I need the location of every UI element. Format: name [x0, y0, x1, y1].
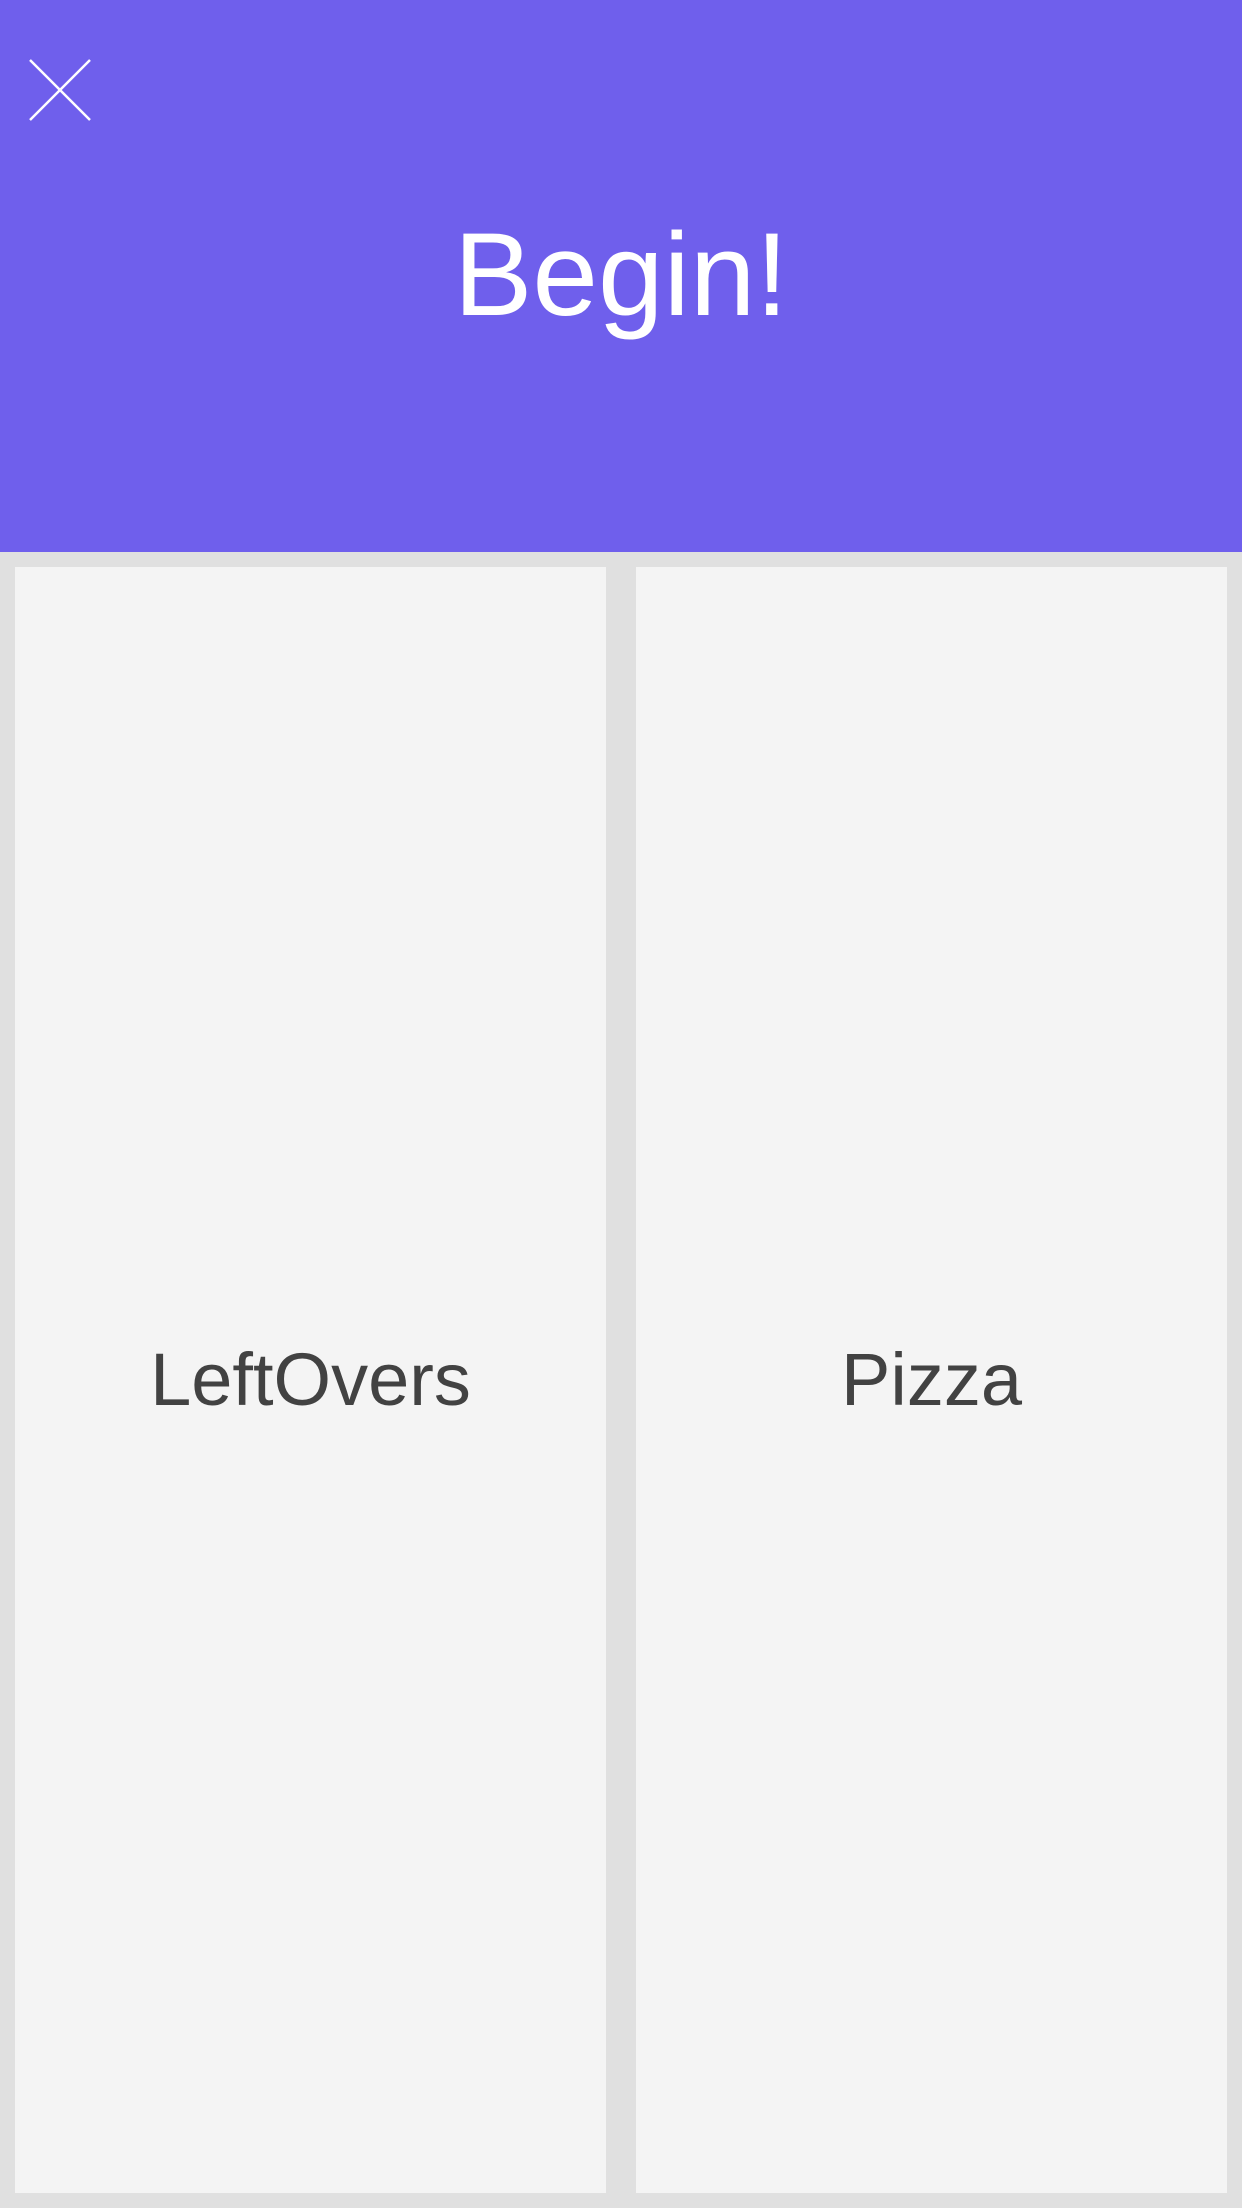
page-title: Begin! — [453, 209, 789, 341]
option-label: Pizza — [841, 1338, 1022, 1421]
close-icon — [29, 59, 91, 121]
options-grid: LeftOvers Pizza — [0, 552, 1242, 2208]
option-tile-leftovers[interactable]: LeftOvers — [15, 567, 606, 2193]
close-button[interactable] — [22, 52, 98, 128]
option-tile-pizza[interactable]: Pizza — [636, 567, 1227, 2193]
header: Begin! — [0, 0, 1242, 552]
option-label: LeftOvers — [150, 1338, 471, 1421]
